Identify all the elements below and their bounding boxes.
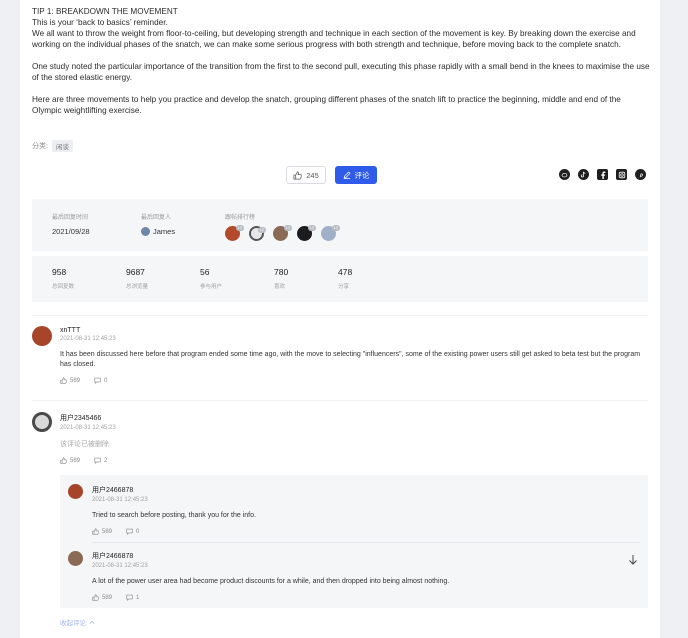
chat-bubble-icon: [126, 528, 133, 535]
reply-author[interactable]: 用户2466878: [92, 551, 632, 561]
chat-bubble-icon: [94, 377, 101, 384]
last-reply-time-label: 最后回复时间: [52, 215, 89, 221]
avatar[interactable]: 12: [249, 226, 266, 241]
reply-reply-button[interactable]: 0: [126, 528, 139, 535]
article-paragraph-1: We all want to throw the weight from flo…: [32, 29, 636, 49]
collapse-comments-link[interactable]: 收起评论: [60, 617, 95, 627]
article-paragraph-2: One study noted the particular importanc…: [32, 62, 650, 82]
rank-badge: 12: [283, 225, 292, 231]
like-count: 245: [306, 170, 319, 180]
tiktok-icon[interactable]: [578, 169, 589, 180]
pinterest-icon[interactable]: [635, 169, 646, 180]
instagram-icon[interactable]: [616, 169, 627, 180]
reply-text: A lot of the power user area had become …: [92, 578, 450, 585]
comment-reply-button[interactable]: 0: [94, 377, 107, 384]
avatar[interactable]: [32, 412, 52, 432]
stat-total-replies: 958 总回复数: [52, 267, 75, 290]
category-tag[interactable]: 闲谈: [51, 140, 73, 152]
comment-button-label: 评论: [354, 170, 370, 180]
weibo-icon[interactable]: [559, 169, 570, 180]
comment-button[interactable]: 评论: [335, 166, 377, 184]
avatar[interactable]: [141, 227, 150, 236]
avatar[interactable]: 12: [225, 225, 244, 241]
reply-ranking: 跟帖排行榜 12 12 12 12 12: [225, 212, 340, 241]
reply-ranking-label: 跟帖排行榜: [225, 215, 256, 221]
rank-badge: 12: [331, 225, 340, 231]
article-paragraph-3: Here are three movements to help you pra…: [32, 95, 621, 115]
comment-like-button[interactable]: 589: [60, 377, 80, 384]
comment-author[interactable]: 用户2345466: [60, 413, 650, 423]
thumbs-up-icon: [60, 457, 67, 464]
divider: [32, 400, 648, 401]
thumbs-up-icon: [92, 594, 99, 601]
last-replier: 最后回复人 James: [141, 212, 175, 236]
rank-badge: 12: [307, 225, 316, 231]
reply-text: Tried to search before posting, thank yo…: [92, 512, 256, 519]
comment-author[interactable]: xnTTT: [60, 327, 650, 334]
comment-text: It has been discussed here before that p…: [60, 351, 641, 368]
comment-like-button[interactable]: 589: [60, 457, 80, 464]
thread-stats-panel: 958 总回复数 9687 总浏览量 56 参与用户 780 喜欢 478 分享: [32, 256, 648, 302]
thumbs-up-icon: [92, 528, 99, 535]
stat-likes: 780 喜欢: [274, 267, 289, 290]
last-reply-time-value: 2021/09/28: [52, 227, 90, 236]
share-icons: [559, 169, 646, 180]
stat-total-views: 9687 总浏览量: [126, 267, 149, 290]
article-body: TIP 1: BREAKDOWN THE MOVEMENT This is yo…: [32, 6, 650, 116]
reply-item: 用户2466878 2021-08-31 12:45:23 A lot of t…: [92, 551, 632, 601]
reply-like-button[interactable]: 589: [92, 594, 112, 601]
article-heading: TIP 1: BREAKDOWN THE MOVEMENT: [32, 7, 178, 16]
category-label: 分类:: [32, 143, 48, 150]
last-reply-time: 最后回复时间 2021/09/28: [52, 212, 90, 236]
stat-participants: 56 参与用户: [200, 267, 223, 290]
reply-time: 2021-08-31 12:45:23: [92, 497, 148, 503]
avatar[interactable]: [68, 484, 83, 499]
chevron-up-icon: [89, 620, 95, 624]
avatar[interactable]: 12: [321, 225, 340, 241]
replies-panel: 用户2466878 2021-08-31 12:45:23 Tried to s…: [60, 475, 648, 608]
arrow-down-icon[interactable]: [628, 554, 638, 565]
comment-time: 2021-08-31 12:45:23: [60, 336, 116, 342]
chat-bubble-icon: [94, 457, 101, 464]
facebook-icon[interactable]: [597, 169, 608, 180]
reply-author[interactable]: 用户2466878: [92, 485, 632, 495]
action-row: 245 评论: [20, 165, 660, 185]
divider: [92, 542, 640, 543]
like-button[interactable]: 245: [286, 166, 326, 184]
thumbs-up-icon: [60, 377, 67, 384]
pencil-icon: [343, 171, 350, 179]
thumbs-up-icon: [293, 171, 302, 179]
avatar[interactable]: 12: [273, 225, 292, 241]
rank-badge: 12: [235, 225, 244, 231]
chat-bubble-icon: [126, 594, 133, 601]
comment-item: xnTTT 2021-08-31 12:45:23 It has been di…: [60, 327, 650, 384]
rank-badge: 12: [257, 227, 266, 233]
comment-time: 2021-08-31 12:45:23: [60, 425, 116, 431]
comment-deleted-text: 该评论已被删除: [60, 441, 109, 448]
divider: [32, 315, 648, 316]
avatar[interactable]: 12: [297, 225, 316, 241]
avatar[interactable]: [68, 551, 83, 566]
comment-item: 用户2345466 2021-08-31 12:45:23 该评论已被删除 58…: [60, 413, 650, 464]
last-replier-name[interactable]: James: [153, 227, 175, 236]
avatar[interactable]: [32, 326, 52, 346]
reply-time: 2021-08-31 12:45:23: [92, 563, 148, 569]
article-subline: This is your ‘back to basics’ reminder.: [32, 18, 168, 27]
category-row: 分类: 闲谈: [32, 140, 73, 152]
reply-like-button[interactable]: 589: [92, 528, 112, 535]
last-replier-label: 最后回复人: [141, 215, 172, 221]
stat-shares: 478 分享: [338, 267, 353, 290]
reply-item: 用户2466878 2021-08-31 12:45:23 Tried to s…: [92, 485, 632, 535]
reply-reply-button[interactable]: 1: [126, 594, 139, 601]
comment-reply-button[interactable]: 2: [94, 457, 107, 464]
thread-info-panel: 最后回复时间 2021/09/28 最后回复人 James 跟帖排行榜 12 1…: [32, 199, 648, 251]
